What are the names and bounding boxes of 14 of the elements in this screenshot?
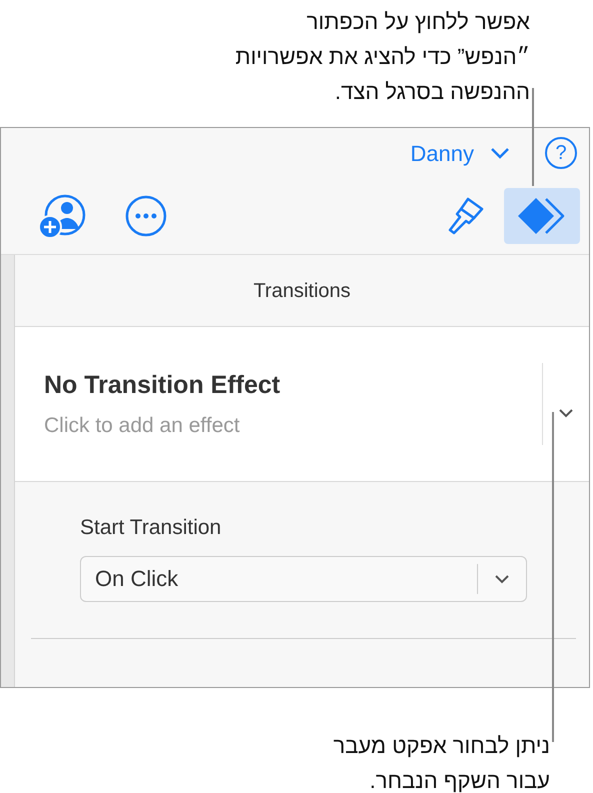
effect-title: No Transition Effect	[44, 370, 282, 400]
section-title: Transitions	[253, 278, 351, 304]
callout-text: אפשר ללחוץ על הכפתור ״הנפש” כדי להציג את אפשרויות ההנפשה בסרגל הצד.	[235, 8, 530, 106]
diamonds-button[interactable]	[504, 188, 580, 244]
paintbrush-icon	[446, 195, 486, 237]
chevron-icon	[494, 574, 510, 584]
effect-hint: Click to add an effect	[44, 413, 241, 439]
account-menu[interactable]: Danny	[410, 136, 518, 170]
start-transition-label: Start Transition	[80, 515, 222, 541]
chevron-icon	[490, 147, 510, 159]
callout-text: ניתן לבחור אפקט מעבר עבור השקף הנבחר.	[333, 732, 550, 793]
help-button[interactable]: ?	[545, 137, 577, 169]
start-transition-dropdown[interactable]: On Click	[80, 556, 527, 602]
more-icon	[124, 194, 168, 238]
